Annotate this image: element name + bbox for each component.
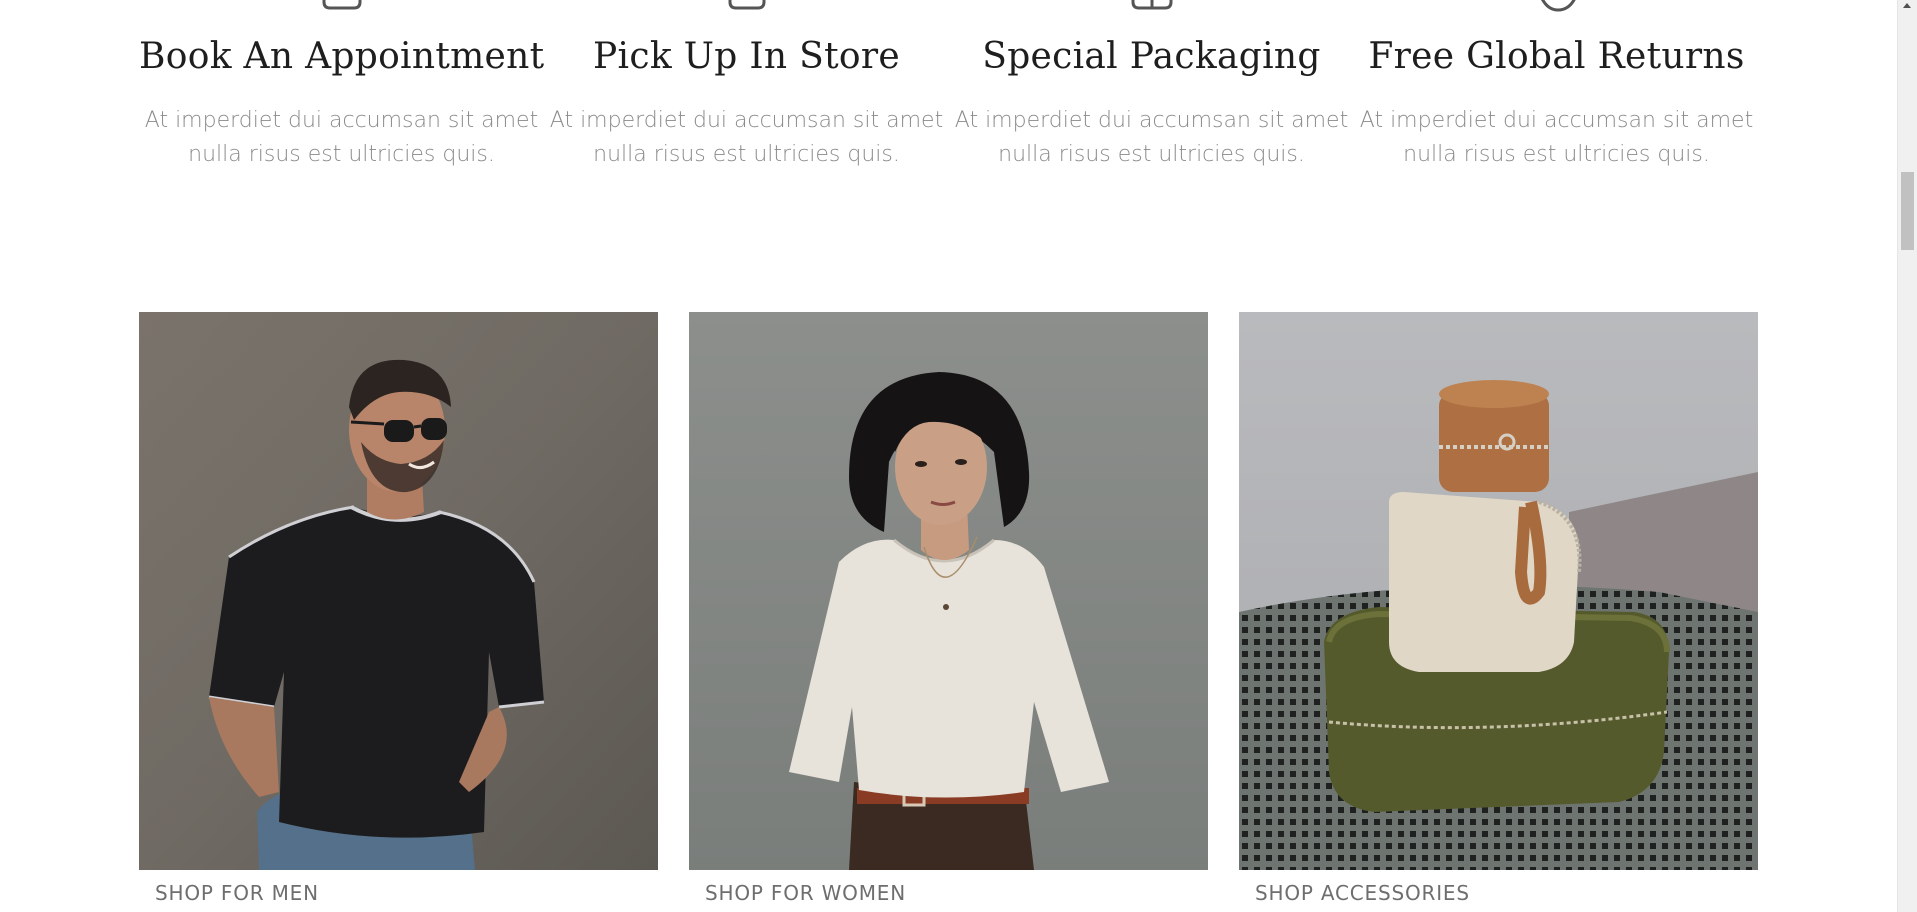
features-row: Book An Appointment At imperdiet dui acc… <box>139 0 1759 200</box>
vertical-scrollbar[interactable] <box>1897 0 1917 912</box>
scroll-up-arrow-icon[interactable] <box>1903 3 1911 8</box>
feature-description: At imperdiet dui accumsan sit amet nulla… <box>144 108 539 167</box>
man-black-tshirt-photo[interactable] <box>139 312 658 870</box>
tile-shop-women[interactable]: SHOP FOR WOMEN <box>689 312 1208 905</box>
return-arrow-icon <box>1540 0 1576 12</box>
calendar-icon <box>322 0 361 10</box>
feature-free-global-returns: Free Global Returns At imperdiet dui acc… <box>1354 0 1759 200</box>
tile-label[interactable]: SHOP ACCESSORIES <box>1255 881 1470 905</box>
tile-label[interactable]: SHOP FOR WOMEN <box>705 881 906 905</box>
tile-shop-men[interactable]: SHOP FOR MEN <box>139 312 658 905</box>
feature-description: At imperdiet dui accumsan sit amet nulla… <box>954 108 1349 167</box>
feature-title: Pick Up In Store <box>593 36 900 77</box>
woman-white-top-photo[interactable] <box>689 312 1208 870</box>
store-bag-icon <box>728 0 765 10</box>
gift-icon <box>1131 0 1172 10</box>
feature-special-packaging: Special Packaging At imperdiet dui accum… <box>949 0 1354 200</box>
feature-title: Book An Appointment <box>139 36 545 77</box>
feature-description: At imperdiet dui accumsan sit amet nulla… <box>1359 108 1754 167</box>
feature-title: Special Packaging <box>982 36 1321 77</box>
page: Book An Appointment At imperdiet dui acc… <box>0 0 1917 912</box>
tile-label[interactable]: SHOP FOR MEN <box>155 881 319 905</box>
feature-description: At imperdiet dui accumsan sit amet nulla… <box>549 108 944 167</box>
feature-pick-up-in-store: Pick Up In Store At imperdiet dui accums… <box>544 0 949 200</box>
category-tiles: SHOP FOR MEN SHOP FOR WOMEN SHOP ACCESSO… <box>139 312 1759 912</box>
feature-book-appointment: Book An Appointment At imperdiet dui acc… <box>139 0 544 200</box>
leather-cases-photo[interactable] <box>1239 312 1758 870</box>
scrollbar-thumb[interactable] <box>1901 172 1914 250</box>
tile-shop-accessories[interactable]: SHOP ACCESSORIES <box>1239 312 1758 905</box>
feature-title: Free Global Returns <box>1368 36 1745 77</box>
